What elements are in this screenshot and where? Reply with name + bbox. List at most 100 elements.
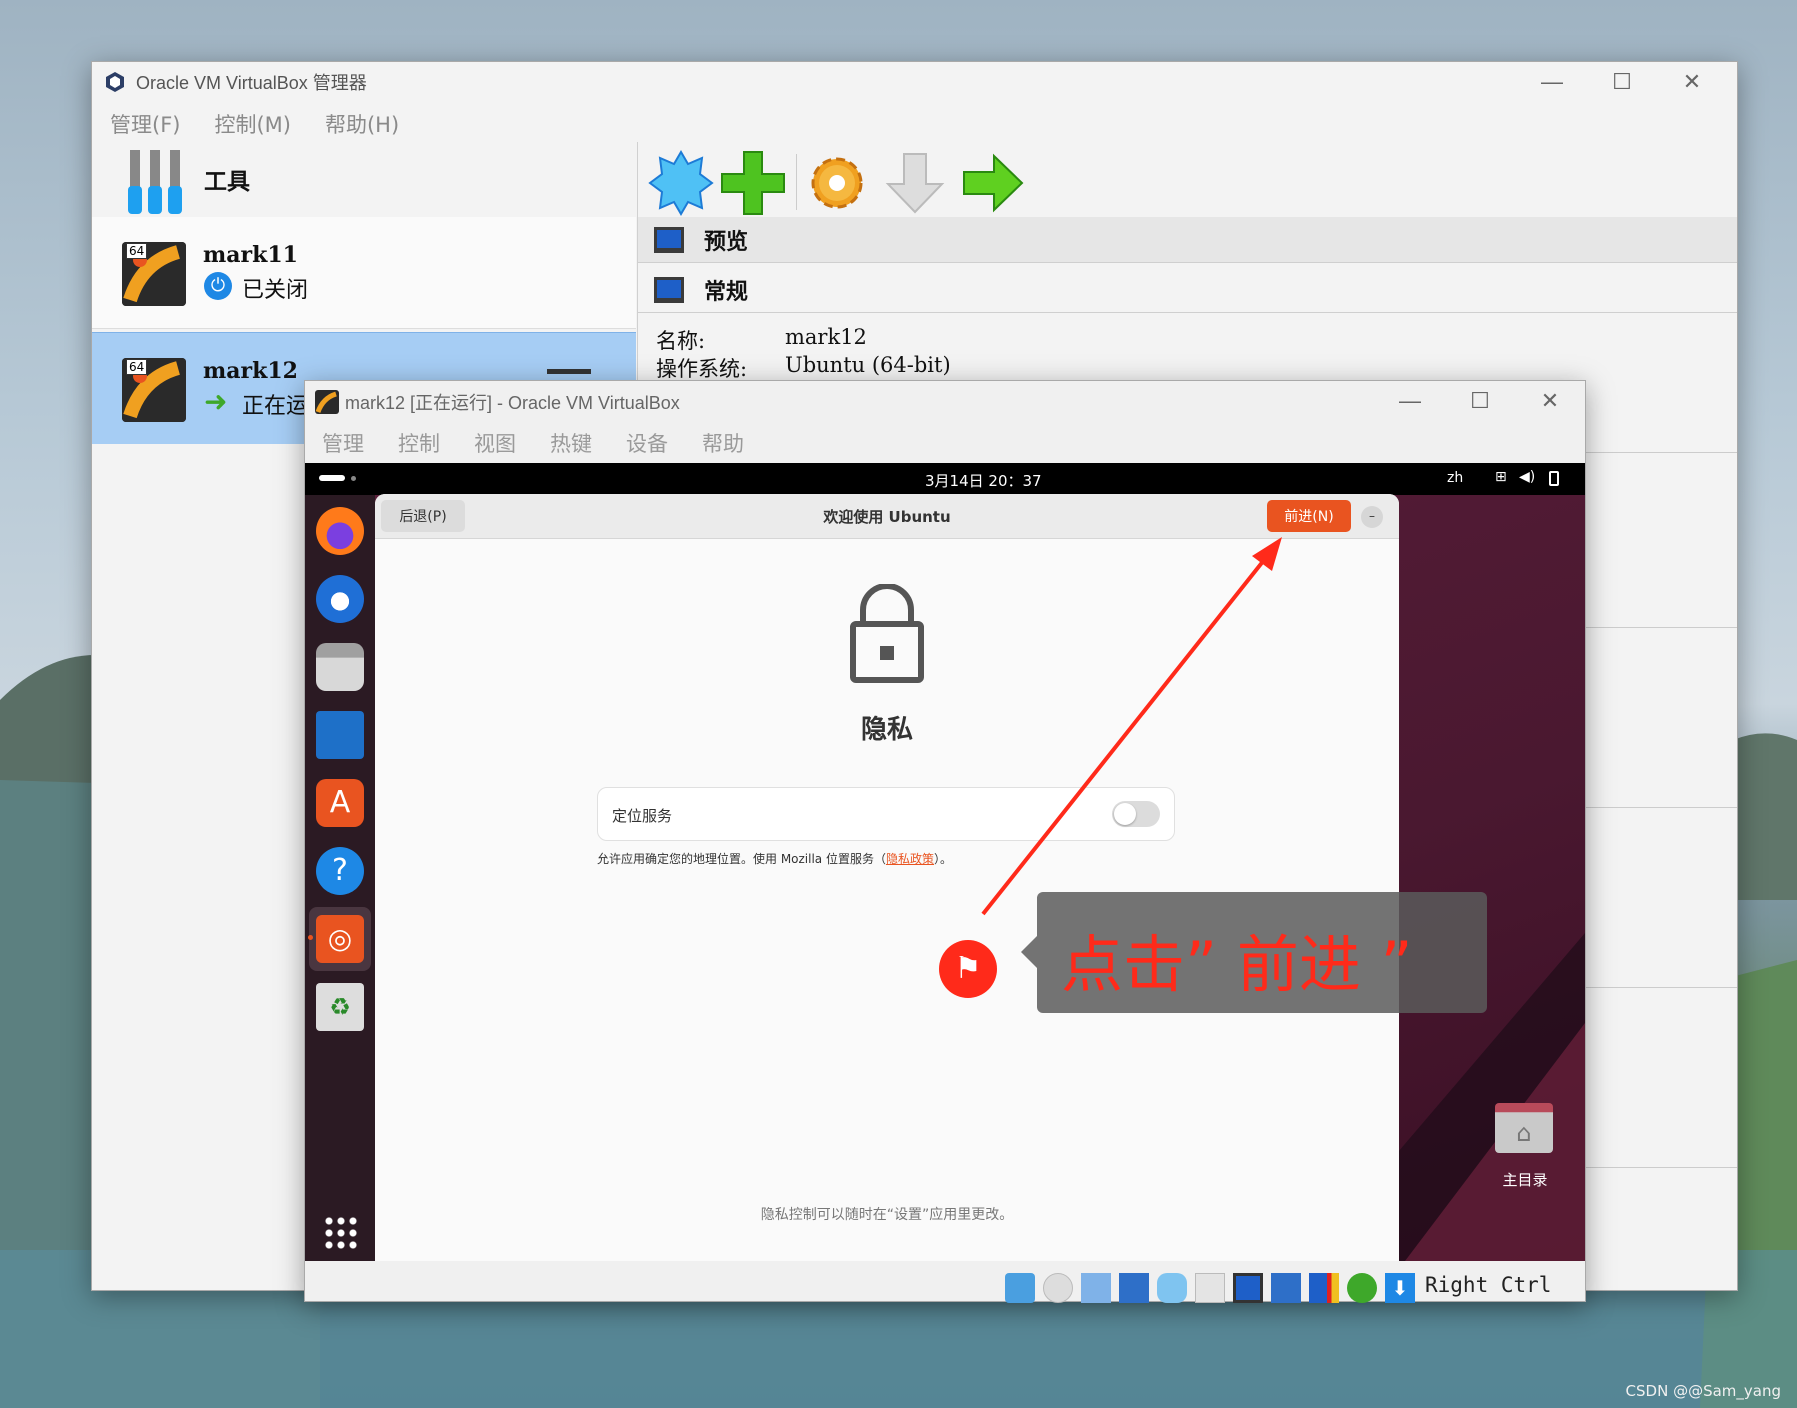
vm-menu-manage[interactable]: 管理 bbox=[322, 428, 364, 458]
virtualbox-logo-icon bbox=[104, 71, 126, 93]
trash-icon[interactable]: ♻ bbox=[316, 983, 364, 1031]
guest-screen[interactable]: 3月14日 20：37 zh ⊞ ◀) A ? ◎ ♻ 后退(P) 欢迎使用 U… bbox=[305, 463, 1585, 1261]
vm-menu-control[interactable]: 控制 bbox=[398, 428, 440, 458]
vm-menu-view[interactable]: 视图 bbox=[474, 428, 516, 458]
add-vm-icon[interactable] bbox=[720, 150, 786, 216]
annotation-text: 点击” 前进 ” bbox=[1061, 928, 1413, 1001]
manager-title: Oracle VM VirtualBox 管理器 bbox=[136, 73, 367, 93]
mouse-capture-icon[interactable]: ⬇ bbox=[1385, 1273, 1415, 1303]
vm-statusbar: ⬇ Right Ctrl bbox=[305, 1261, 1585, 1303]
libreoffice-writer-icon[interactable] bbox=[316, 711, 364, 759]
monitor-icon bbox=[654, 276, 684, 303]
detail-label: 操作系统: bbox=[656, 357, 748, 381]
vm-window-title: mark12 [正在运行] - Oracle VM VirtualBox bbox=[345, 393, 680, 413]
discard-arrow-down-icon[interactable] bbox=[882, 150, 948, 216]
battery-icon[interactable] bbox=[1549, 471, 1559, 486]
clock[interactable]: 3月14日 20：37 bbox=[925, 470, 1042, 491]
desktop-home-folder[interactable]: ⌂ 主目录 bbox=[1485, 1103, 1565, 1193]
vm-window-icon bbox=[315, 390, 339, 414]
shared-folder-icon[interactable] bbox=[1195, 1273, 1225, 1303]
ubuntu-dock: A ? ◎ ♻ bbox=[305, 495, 375, 1261]
dialog-title: 欢迎使用 Ubuntu bbox=[823, 508, 951, 526]
vm-state: 已关闭 bbox=[242, 278, 309, 303]
show-apps-icon[interactable] bbox=[323, 1215, 357, 1249]
thunderbird-icon[interactable] bbox=[316, 575, 364, 623]
vm-menubar: 管理 控制 视图 热键 设备 帮助 bbox=[305, 423, 1585, 463]
firefox-icon[interactable] bbox=[316, 507, 364, 555]
ubuntu-installer-icon[interactable]: ◎ bbox=[316, 915, 364, 963]
vm-name: mark11 bbox=[203, 242, 298, 268]
maximize-button[interactable]: ☐ bbox=[1445, 388, 1515, 414]
vm-menu-help[interactable]: 帮助 bbox=[702, 428, 744, 458]
section-title: 常规 bbox=[704, 279, 749, 305]
detail-row: 操作系统: Ubuntu (64-bit) bbox=[656, 353, 951, 383]
optical-drive-icon[interactable] bbox=[1043, 1273, 1073, 1303]
power-off-icon: ⏻ bbox=[204, 272, 232, 300]
network-adapter-icon[interactable] bbox=[1119, 1273, 1149, 1303]
app-center-icon[interactable]: A bbox=[316, 779, 364, 827]
audio-icon[interactable] bbox=[1081, 1273, 1111, 1303]
ubuntu-topbar: 3月14日 20：37 zh ⊞ ◀) bbox=[305, 463, 1585, 495]
lock-icon bbox=[850, 584, 924, 683]
callout-pointer bbox=[1021, 936, 1037, 968]
privacy-footer: 隐私控制可以随时在“设置”应用里更改。 bbox=[760, 1207, 1014, 1223]
toolbar-separator bbox=[796, 154, 797, 210]
menu-manage[interactable]: 管理(F) bbox=[110, 109, 180, 139]
vm-window: mark12 [正在运行] - Oracle VM VirtualBox — ☐… bbox=[304, 380, 1586, 1303]
home-folder-icon: ⌂ bbox=[1495, 1103, 1553, 1153]
settings-gear-icon[interactable] bbox=[804, 150, 870, 216]
location-toggle[interactable] bbox=[1112, 801, 1160, 827]
vm-menu-devices[interactable]: 设备 bbox=[626, 428, 668, 458]
detail-value: mark12 bbox=[785, 325, 867, 349]
location-service-label: 定位服务 bbox=[612, 807, 673, 825]
vm-menu-handle-icon[interactable] bbox=[547, 369, 591, 379]
cpu-icon[interactable] bbox=[1309, 1273, 1339, 1303]
host-key-label: Right Ctrl bbox=[1425, 1273, 1552, 1297]
usb-icon[interactable] bbox=[1157, 1273, 1187, 1303]
minimize-button[interactable]: — bbox=[1375, 388, 1445, 414]
location-description: 允许应用确定您的地理位置。使用 Mozilla 位置服务（隐私政策）。 bbox=[597, 850, 952, 867]
manager-titlebar: Oracle VM VirtualBox 管理器 — ☐ ✕ bbox=[92, 62, 1737, 102]
display-icon[interactable] bbox=[1233, 1273, 1263, 1303]
vm-badge: 64 bbox=[126, 359, 148, 375]
annotation-callout: 点击” 前进 ” bbox=[1021, 892, 1487, 1013]
workspace-dot bbox=[351, 476, 356, 481]
general-section[interactable]: 常规 bbox=[638, 267, 1737, 313]
dialog-minimize-button[interactable]: – bbox=[1361, 506, 1383, 528]
network-icon[interactable]: ⊞ bbox=[1495, 469, 1507, 485]
vm-list-item-mark11[interactable]: 64 mark11 ⏻ 已关闭 bbox=[92, 217, 636, 329]
help-icon[interactable]: ? bbox=[316, 847, 364, 895]
tools-label: 工具 bbox=[204, 169, 250, 195]
running-indicator bbox=[308, 935, 313, 940]
location-service-row[interactable]: 定位服务 bbox=[597, 787, 1175, 841]
new-vm-icon[interactable] bbox=[648, 150, 714, 216]
menu-control[interactable]: 控制(M) bbox=[214, 109, 291, 139]
maximize-button[interactable]: ☐ bbox=[1587, 69, 1657, 95]
hard-disk-icon[interactable] bbox=[1005, 1273, 1035, 1303]
minimize-button[interactable]: — bbox=[1517, 69, 1587, 95]
menu-help[interactable]: 帮助(H) bbox=[325, 109, 399, 139]
start-arrow-right-icon[interactable] bbox=[960, 150, 1026, 216]
vm-badge: 64 bbox=[126, 243, 148, 259]
manager-toolbar bbox=[637, 142, 1737, 222]
dialog-headerbar: 后退(P) 欢迎使用 Ubuntu 前进(N) – bbox=[375, 494, 1399, 539]
monitor-icon bbox=[654, 226, 684, 253]
close-button[interactable]: ✕ bbox=[1515, 388, 1585, 414]
manager-menubar: 管理(F) 控制(M) 帮助(H) bbox=[92, 106, 1737, 142]
vm-titlebar: mark12 [正在运行] - Oracle VM VirtualBox — ☐… bbox=[305, 381, 1585, 423]
activities-indicator[interactable] bbox=[319, 475, 345, 481]
privacy-policy-link[interactable]: 隐私政策 bbox=[886, 852, 934, 866]
vm-name: mark12 bbox=[203, 358, 298, 384]
detail-value: Ubuntu (64-bit) bbox=[785, 353, 951, 377]
vm-menu-hotkeys[interactable]: 热键 bbox=[550, 428, 592, 458]
input-language[interactable]: zh bbox=[1447, 470, 1463, 486]
description-text: 允许应用确定您的地理位置。使用 Mozilla 位置服务（ bbox=[597, 852, 886, 866]
close-button[interactable]: ✕ bbox=[1657, 69, 1727, 95]
next-button[interactable]: 前进(N) bbox=[1267, 500, 1351, 532]
preview-section[interactable]: 预览 bbox=[638, 217, 1737, 263]
recording-icon[interactable] bbox=[1271, 1273, 1301, 1303]
detail-row: 名称: mark12 bbox=[656, 325, 867, 355]
guest-additions-icon[interactable] bbox=[1347, 1273, 1377, 1303]
volume-icon[interactable]: ◀) bbox=[1519, 469, 1535, 485]
files-icon[interactable] bbox=[316, 643, 364, 691]
